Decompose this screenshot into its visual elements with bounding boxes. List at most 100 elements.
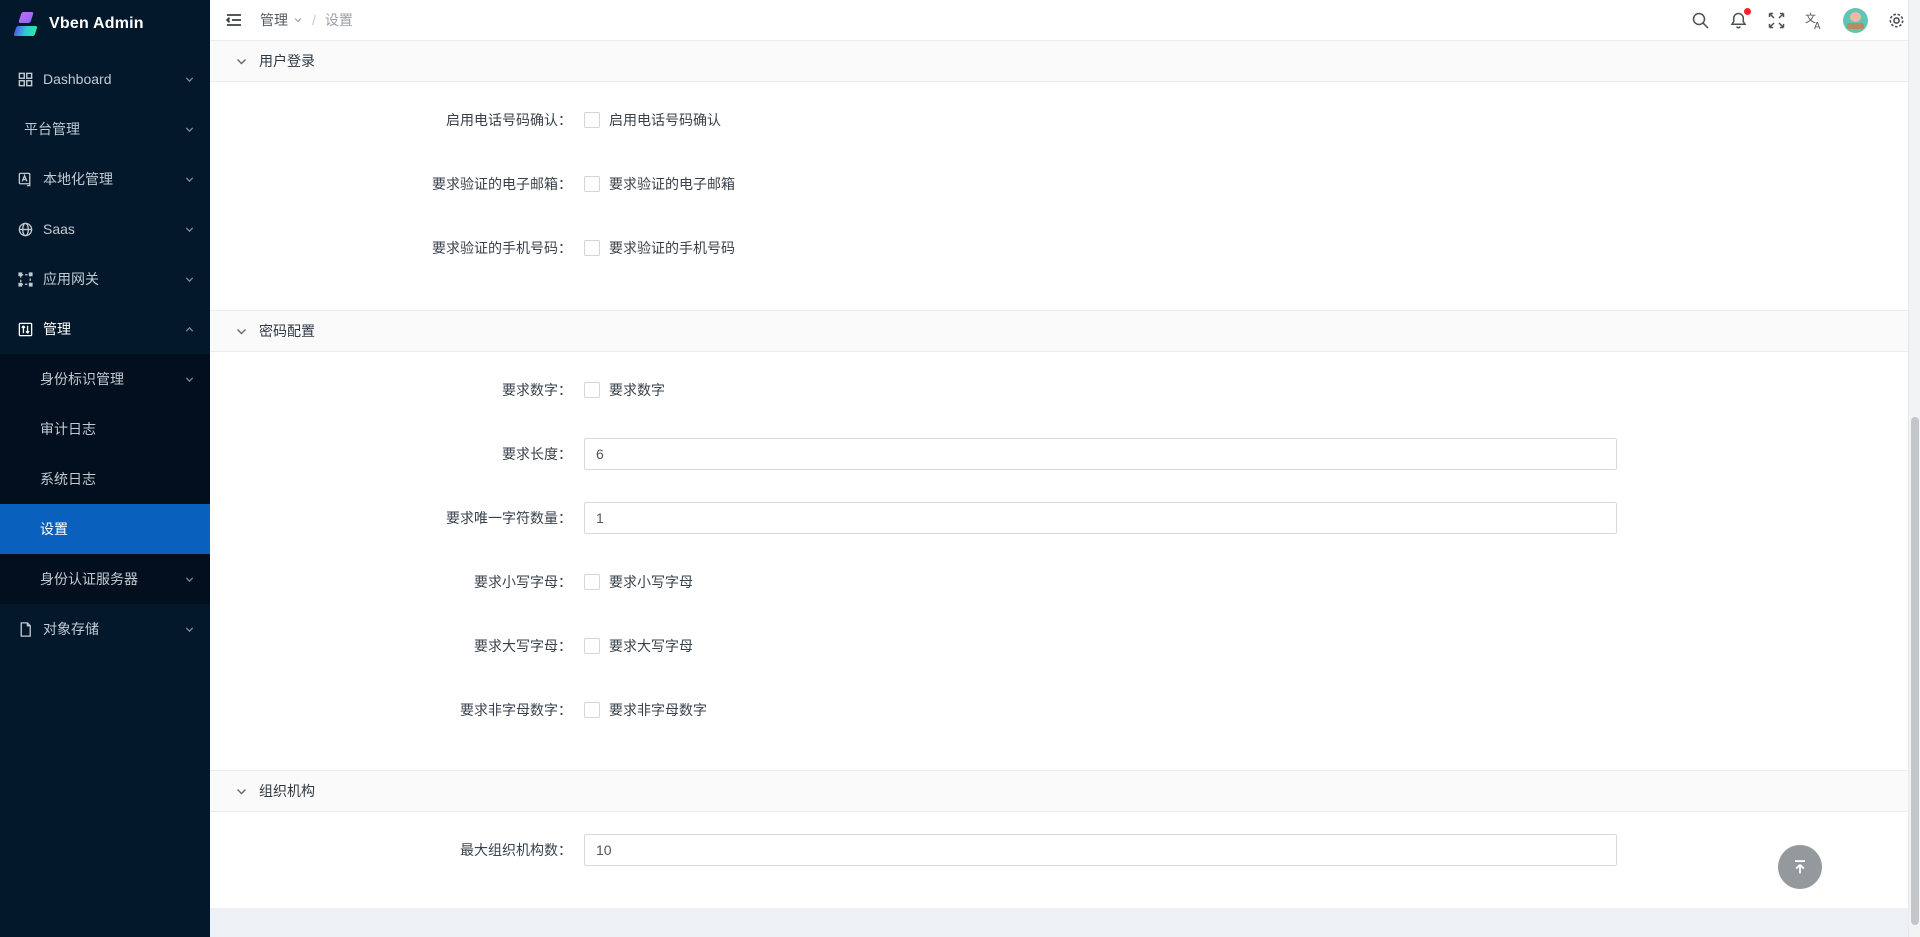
require-confirmed-email-checkbox[interactable]: [584, 176, 600, 192]
sidebar-item-auth-server[interactable]: 身份认证服务器: [0, 554, 210, 604]
checkbox-label[interactable]: 要求小写字母: [609, 572, 693, 592]
vertical-scrollbar: [1908, 0, 1920, 937]
section-title: 组织机构: [259, 781, 315, 801]
sidebar-item-object-storage[interactable]: 对象存储: [0, 604, 210, 654]
chevron-down-icon: [184, 224, 195, 235]
bell-icon[interactable]: [1729, 11, 1748, 30]
settings-page: 用户登录 启用电话号码确认： 启用电话号码确认 要求验证的电子邮箱： 要求验证的…: [210, 40, 1908, 908]
require-digit-checkbox[interactable]: [584, 382, 600, 398]
scrollbar-thumb[interactable]: [1911, 417, 1919, 925]
sidebar-item-label: 审计日志: [40, 419, 96, 439]
require-confirmed-phone-checkbox[interactable]: [584, 240, 600, 256]
gear-icon[interactable]: [1887, 11, 1906, 30]
globe-icon: [17, 221, 34, 238]
header-actions: 文 A: [1691, 8, 1906, 33]
field-label: 要求非字母数字：: [210, 700, 572, 720]
section-body-user-login: 启用电话号码确认： 启用电话号码确认 要求验证的电子邮箱： 要求验证的电子邮箱 …: [210, 82, 1908, 310]
sidebar-item-label: Saas: [43, 221, 75, 237]
section-header-organization[interactable]: 组织机构: [210, 770, 1908, 812]
chevron-down-icon: [184, 74, 195, 85]
sidebar-item-label: Dashboard: [43, 71, 112, 87]
sidebar-submenu-admin: 身份标识管理 审计日志 系统日志 设置 身份认证服务器: [0, 354, 210, 604]
menu-fold-icon[interactable]: [224, 10, 244, 30]
form-row: 要求长度：: [210, 438, 1908, 470]
file-icon: [17, 621, 34, 638]
locale-icon: [17, 171, 34, 188]
chevron-down-icon: [235, 785, 248, 798]
field-label: 要求数字：: [210, 380, 572, 400]
section-header-user-login[interactable]: 用户登录: [210, 40, 1908, 82]
sidebar-item-settings[interactable]: 设置: [0, 504, 210, 554]
required-unique-chars-input[interactable]: [584, 502, 1617, 534]
translate-icon[interactable]: 文 A: [1805, 11, 1824, 30]
sidebar-item-admin[interactable]: 管理: [0, 304, 210, 354]
require-uppercase-checkbox[interactable]: [584, 638, 600, 654]
sidebar-item-label: 设置: [40, 519, 68, 539]
sidebar-item-gateway[interactable]: 应用网关: [0, 254, 210, 304]
section-body-password-config: 要求数字： 要求数字 要求长度： 要求唯一字符数量： 要求小写字母： 要求小写字…: [210, 352, 1908, 770]
field-label: 启用电话号码确认：: [210, 110, 572, 130]
sidebar-menu: Dashboard 平台管理 本地化管理: [0, 54, 210, 654]
field-label: 要求验证的手机号码：: [210, 238, 572, 258]
field-label: 要求验证的电子邮箱：: [210, 174, 572, 194]
form-row: 要求非字母数字： 要求非字母数字: [210, 694, 1908, 726]
sidebar-item-saas[interactable]: Saas: [0, 204, 210, 254]
sidebar-item-system-log[interactable]: 系统日志: [0, 454, 210, 504]
sidebar: Vben Admin Dashboard 平台管理: [0, 0, 210, 937]
checkbox-label[interactable]: 要求验证的手机号码: [609, 238, 735, 258]
chevron-down-icon: [184, 574, 195, 585]
top-header: 管理 / 设置: [210, 0, 1920, 40]
sidebar-item-identity[interactable]: 身份标识管理: [0, 354, 210, 404]
app-title: Vben Admin: [49, 15, 144, 33]
chevron-down-icon: [235, 55, 248, 68]
form-row: 要求唯一字符数量：: [210, 502, 1908, 534]
sidebar-item-dashboard[interactable]: Dashboard: [0, 54, 210, 104]
sidebar-item-label: 对象存储: [43, 619, 99, 639]
checkbox-label[interactable]: 要求验证的电子邮箱: [609, 174, 735, 194]
form-row: 要求验证的电子邮箱： 要求验证的电子邮箱: [210, 168, 1908, 200]
gateway-icon: [17, 271, 34, 288]
require-non-alphanumeric-checkbox[interactable]: [584, 702, 600, 718]
sidebar-item-label: 应用网关: [43, 269, 99, 289]
required-length-input[interactable]: [584, 438, 1617, 470]
field-label: 要求小写字母：: [210, 572, 572, 592]
breadcrumb-separator: /: [312, 12, 316, 28]
svg-text:A: A: [1814, 21, 1821, 30]
sidebar-item-localization[interactable]: 本地化管理: [0, 154, 210, 204]
section-title: 密码配置: [259, 321, 315, 341]
form-row: 启用电话号码确认： 启用电话号码确认: [210, 104, 1908, 136]
back-to-top-button[interactable]: [1778, 845, 1822, 889]
form-row: 最大组织机构数：: [210, 834, 1908, 866]
form-row: 要求数字： 要求数字: [210, 374, 1908, 406]
checkbox-label[interactable]: 要求非字母数字: [609, 700, 707, 720]
sidebar-item-label: 管理: [43, 319, 71, 339]
sidebar-item-label: 平台管理: [24, 119, 80, 139]
checkbox-label[interactable]: 要求大写字母: [609, 636, 693, 656]
sidebar-item-platform[interactable]: 平台管理: [0, 104, 210, 154]
app-logo[interactable]: Vben Admin: [0, 0, 210, 48]
checkbox-label[interactable]: 要求数字: [609, 380, 665, 400]
search-icon[interactable]: [1691, 11, 1710, 30]
sidebar-item-label: 身份认证服务器: [40, 569, 138, 589]
notification-badge: [1744, 8, 1751, 15]
sliders-icon: [17, 321, 34, 338]
field-label: 最大组织机构数：: [210, 840, 572, 860]
breadcrumb-item-settings: 设置: [325, 10, 353, 30]
vben-logo-icon: [13, 11, 40, 37]
section-title: 用户登录: [259, 51, 315, 71]
require-lowercase-checkbox[interactable]: [584, 574, 600, 590]
sidebar-item-label: 本地化管理: [43, 169, 113, 189]
user-avatar[interactable]: [1843, 8, 1868, 33]
enable-phone-confirm-checkbox[interactable]: [584, 112, 600, 128]
chevron-up-icon: [184, 324, 195, 335]
sidebar-item-audit-log[interactable]: 审计日志: [0, 404, 210, 454]
checkbox-label[interactable]: 启用电话号码确认: [609, 110, 721, 130]
form-row: 要求小写字母： 要求小写字母: [210, 566, 1908, 598]
fullscreen-icon[interactable]: [1767, 11, 1786, 30]
breadcrumb-label: 管理: [260, 10, 288, 30]
section-header-password-config[interactable]: 密码配置: [210, 310, 1908, 352]
form-row: 要求大写字母： 要求大写字母: [210, 630, 1908, 662]
chevron-down-icon: [184, 624, 195, 635]
max-organization-count-input[interactable]: [584, 834, 1617, 866]
breadcrumb-item-admin[interactable]: 管理: [260, 10, 303, 30]
